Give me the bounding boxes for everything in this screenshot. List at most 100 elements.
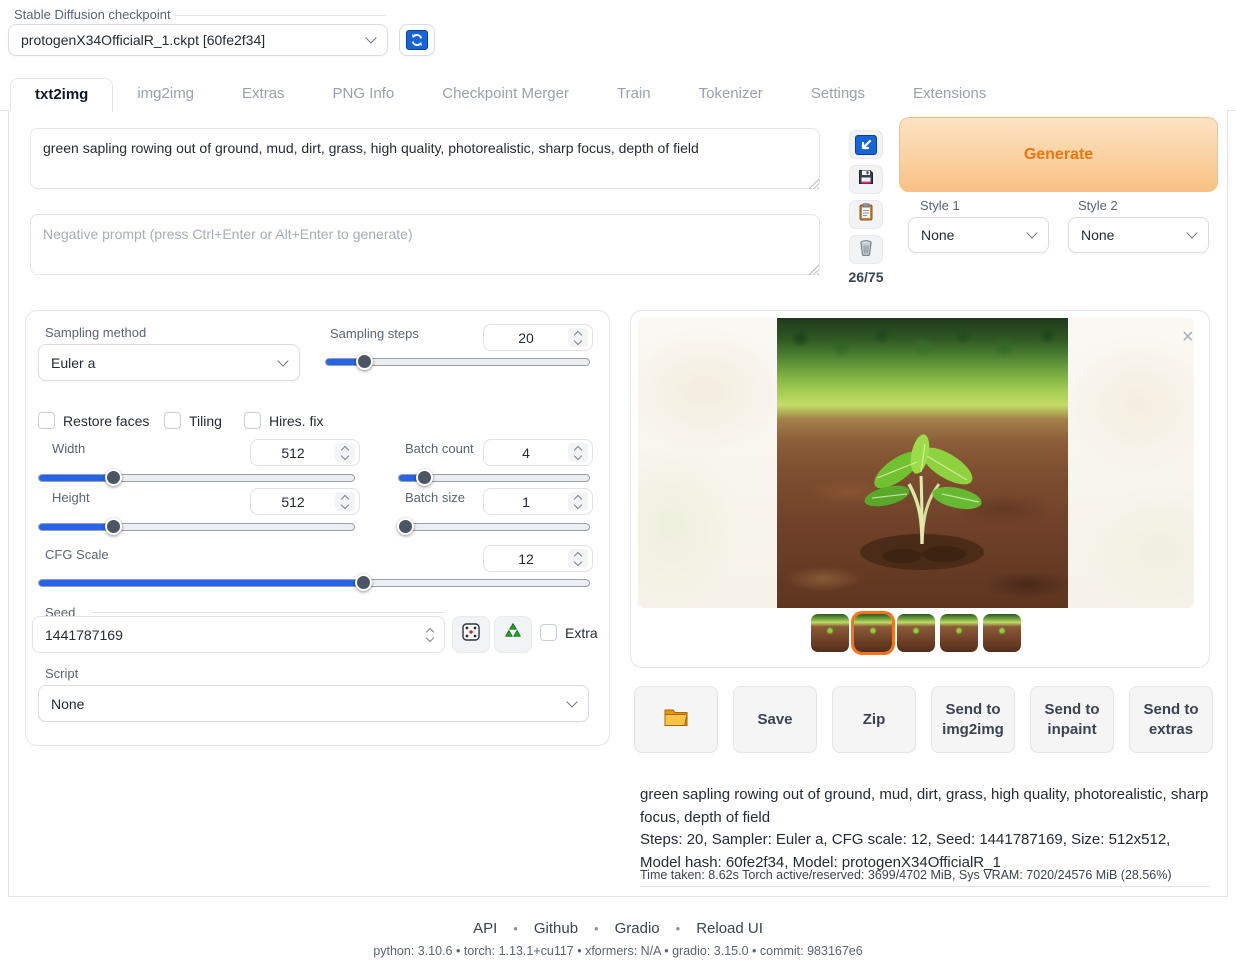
read-parameters-button[interactable] [849, 130, 883, 159]
batch-count-value[interactable] [484, 445, 568, 461]
checkpoint-label-line [174, 15, 386, 16]
sampling-method-dropdown[interactable]: Euler a [38, 344, 300, 381]
stepper-icon[interactable] [568, 443, 588, 462]
refresh-checkpoint-button[interactable] [399, 24, 435, 56]
tab-train[interactable]: Train [593, 78, 675, 111]
batch-size-label: Batch size [405, 490, 465, 505]
output-prompt-text: green sapling rowing out of ground, mud,… [640, 784, 1212, 829]
checkpoint-dropdown[interactable]: protogenX34OfficialR_1.ckpt [60fe2f34] [8, 24, 388, 56]
generate-button[interactable]: Generate [899, 117, 1218, 192]
send-to-extras-button[interactable]: Send to extras [1129, 686, 1213, 753]
footer-link-api[interactable]: API [473, 920, 497, 937]
negative-prompt-input[interactable] [30, 214, 820, 275]
seed-input[interactable] [32, 616, 445, 653]
cfg-scale-slider[interactable] [38, 573, 590, 592]
width-value[interactable] [251, 445, 335, 461]
batch-count-slider[interactable] [398, 468, 590, 487]
checkpoint-label: Stable Diffusion checkpoint [14, 7, 171, 22]
height-input[interactable] [250, 488, 360, 515]
tabbar: txt2img img2img Extras PNG Info Checkpoi… [0, 78, 1236, 111]
open-folder-button[interactable] [634, 686, 718, 753]
stepper-icon[interactable] [335, 492, 355, 511]
generate-button-label: Generate [1024, 146, 1093, 164]
output-perf-text: Time taken: 8.62s Torch active/reserved:… [640, 868, 1212, 882]
sampling-method-value: Euler a [51, 355, 95, 371]
thumbnail-2-selected[interactable] [854, 614, 892, 652]
send-to-img2img-button[interactable]: Send to img2img [931, 686, 1015, 753]
thumbnail-1[interactable] [811, 614, 849, 652]
cfg-scale-value[interactable] [484, 551, 568, 567]
random-seed-button[interactable] [452, 616, 490, 653]
checkbox-icon[interactable] [164, 412, 181, 429]
tab-checkpoint-merger[interactable]: Checkpoint Merger [418, 78, 593, 111]
restore-faces-checkbox[interactable]: Restore faces [38, 412, 149, 429]
stepper-icon[interactable] [568, 492, 588, 511]
batch-count-input[interactable] [483, 439, 593, 466]
checkbox-icon[interactable] [540, 624, 557, 641]
thumbnail-3[interactable] [897, 614, 935, 652]
cfg-scale-label: CFG Scale [45, 547, 109, 562]
batch-size-value[interactable] [484, 494, 568, 510]
width-input[interactable] [250, 439, 360, 466]
tab-png-info[interactable]: PNG Info [309, 78, 419, 111]
send-to-inpaint-button[interactable]: Send to inpaint [1030, 686, 1114, 753]
height-slider[interactable] [38, 517, 355, 536]
footer-link-reload-ui[interactable]: Reload UI [696, 920, 763, 937]
sampling-method-label: Sampling method [45, 325, 146, 340]
restore-faces-label: Restore faces [63, 413, 149, 429]
output-divider [640, 886, 1210, 887]
reuse-seed-button[interactable] [494, 616, 532, 653]
prompt-input[interactable]: green sapling rowing out of ground, mud,… [30, 128, 820, 189]
generated-image[interactable] [777, 318, 1068, 608]
batch-size-slider[interactable] [398, 517, 590, 536]
script-dropdown[interactable]: None [38, 685, 589, 722]
footer-link-github[interactable]: Github [534, 920, 578, 937]
tab-settings[interactable]: Settings [787, 78, 889, 111]
batch-size-input[interactable] [483, 488, 593, 515]
height-label: Height [52, 490, 90, 505]
save-style-button[interactable] [849, 165, 883, 194]
gallery-actions: Save Zip Send to img2img Send to inpaint… [634, 686, 1213, 753]
cfg-scale-input[interactable] [483, 545, 593, 572]
tab-img2img[interactable]: img2img [113, 78, 218, 111]
extra-seed-checkbox[interactable]: Extra [540, 624, 598, 641]
zip-button[interactable]: Zip [832, 686, 916, 753]
apply-style-button[interactable] [849, 200, 883, 229]
tab-tokenizer[interactable]: Tokenizer [675, 78, 787, 111]
chevron-down-icon [1026, 227, 1037, 238]
thumbnail-5[interactable] [983, 614, 1021, 652]
stepper-icon[interactable] [335, 443, 355, 462]
style1-dropdown[interactable]: None [908, 217, 1049, 253]
close-gallery-button[interactable]: × [1182, 327, 1194, 347]
sampling-steps-value[interactable] [484, 330, 568, 346]
hires-fix-checkbox[interactable]: Hires. fix [244, 412, 323, 429]
footer-links: API • Github • Gradio • Reload UI [0, 920, 1236, 937]
footer-version-text: python: 3.10.6 • torch: 1.13.1+cu117 • x… [0, 944, 1236, 958]
sapling-illustration [847, 414, 997, 574]
style2-dropdown[interactable]: None [1068, 217, 1209, 253]
refresh-icon [406, 30, 428, 50]
tiling-checkbox[interactable]: Tiling [164, 412, 222, 429]
folder-icon [663, 706, 689, 734]
width-slider[interactable] [38, 468, 355, 487]
height-value[interactable] [251, 494, 335, 510]
thumbnail-4[interactable] [940, 614, 978, 652]
stepper-icon[interactable] [568, 328, 588, 347]
bullet-separator: • [676, 921, 681, 936]
checkbox-icon[interactable] [244, 412, 261, 429]
sampling-steps-slider[interactable] [325, 352, 590, 371]
chevron-down-icon [277, 355, 288, 366]
tab-extensions[interactable]: Extensions [889, 78, 1010, 111]
stepper-icon[interactable] [568, 549, 588, 568]
stepper-icon[interactable] [420, 620, 440, 649]
chevron-down-icon [1186, 227, 1197, 238]
footer-link-gradio[interactable]: Gradio [615, 920, 660, 937]
tab-txt2img[interactable]: txt2img [10, 78, 113, 112]
tab-extras[interactable]: Extras [218, 78, 309, 111]
seed-value[interactable] [33, 627, 420, 643]
save-button[interactable]: Save [733, 686, 817, 753]
sampling-steps-input[interactable] [483, 324, 593, 351]
checkbox-icon[interactable] [38, 412, 55, 429]
clear-prompt-button[interactable] [849, 235, 883, 264]
chevron-down-icon [566, 696, 577, 707]
